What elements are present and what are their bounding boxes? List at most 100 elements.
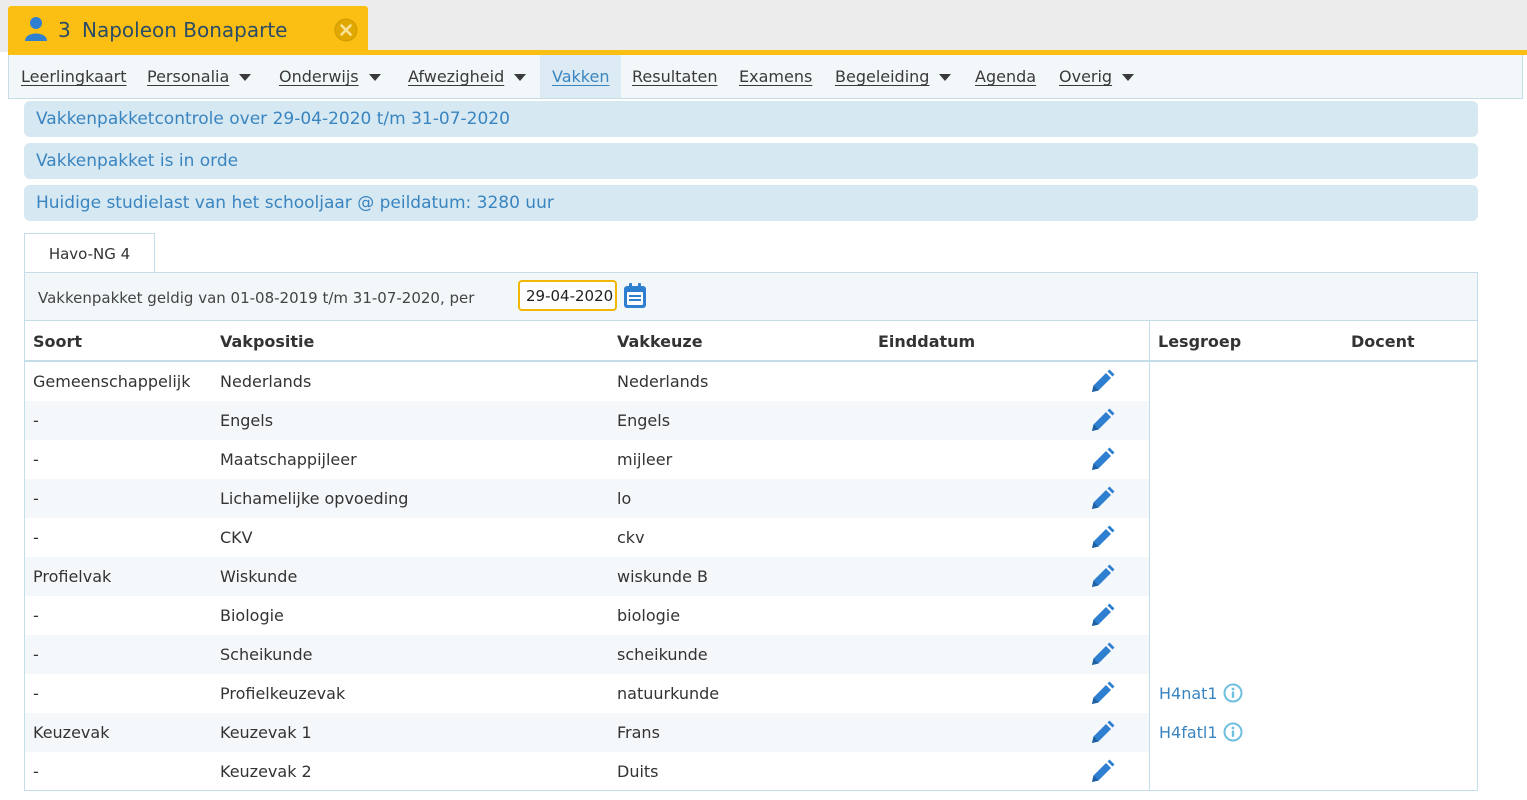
cell-lesgroep[interactable]: H4nat1 xyxy=(1159,684,1218,703)
pencil-icon[interactable] xyxy=(1089,720,1115,750)
menu-personalia[interactable]: Personalia xyxy=(147,55,252,98)
peildatum-input[interactable] xyxy=(518,280,617,311)
cell-vakpositie: Keuzevak 2 xyxy=(220,762,312,781)
cell-vakkeuze: natuurkunde xyxy=(617,684,720,703)
caret-down-icon xyxy=(239,74,252,81)
cell-vakkeuze: Engels xyxy=(617,411,671,430)
student-name: Napoleon Bonaparte xyxy=(82,18,288,42)
cell-vakkeuze: Nederlands xyxy=(617,372,709,391)
pencil-icon[interactable] xyxy=(1089,681,1115,711)
column-divider xyxy=(1149,321,1150,791)
table-row: - Maatschappijleer mijleer xyxy=(25,440,1149,479)
student-tab[interactable]: 3 Napoleon Bonaparte xyxy=(8,6,368,52)
cell-soort: Profielvak xyxy=(33,567,112,586)
pencil-icon[interactable] xyxy=(1089,447,1115,477)
cell-lesgroep[interactable]: H4fatl1 xyxy=(1159,723,1218,742)
cell-soort: - xyxy=(33,645,39,664)
main-menu: Leerlingkaart Personalia Onderwijs Afwez… xyxy=(8,55,1523,99)
menu-agenda[interactable]: Agenda xyxy=(975,55,1036,98)
cell-vakpositie: Nederlands xyxy=(220,372,312,391)
cell-vakpositie: Wiskunde xyxy=(220,567,298,586)
col-vakpositie[interactable]: Vakpositie xyxy=(220,332,314,351)
cell-vakkeuze: mijleer xyxy=(617,450,673,469)
cell-vakpositie: Maatschappijleer xyxy=(220,450,357,469)
caret-down-icon xyxy=(1122,74,1135,81)
table-row: - Biologie biologie xyxy=(25,596,1149,635)
table-row: Profielvak Wiskunde wiskunde B xyxy=(25,557,1149,596)
pencil-icon[interactable] xyxy=(1089,759,1115,789)
menu-afwezigheid[interactable]: Afwezigheid xyxy=(408,55,527,98)
calendar-icon[interactable] xyxy=(623,283,647,309)
pencil-icon[interactable] xyxy=(1089,408,1115,438)
tab-havo-ng-4[interactable]: Havo-NG 4 xyxy=(24,233,155,273)
menu-label: Begeleiding xyxy=(835,67,930,86)
menu-overig[interactable]: Overig xyxy=(1059,55,1135,98)
pencil-icon[interactable] xyxy=(1089,369,1115,399)
pencil-icon[interactable] xyxy=(1089,564,1115,594)
close-circle-icon[interactable] xyxy=(334,18,358,42)
cell-vakpositie: Engels xyxy=(220,411,274,430)
cell-vakkeuze: wiskunde B xyxy=(617,567,708,586)
validity-text: Vakkenpakket geldig van 01-08-2019 t/m 3… xyxy=(38,289,475,307)
col-einddatum[interactable]: Einddatum xyxy=(878,332,975,351)
cell-vakpositie: Profielkeuzevak xyxy=(220,684,346,703)
cell-vakkeuze: scheikunde xyxy=(617,645,708,664)
menu-label: Afwezigheid xyxy=(408,67,505,86)
menu-label: Onderwijs xyxy=(279,67,359,86)
cell-vakpositie: Biologie xyxy=(220,606,284,625)
menu-label: Overig xyxy=(1059,67,1113,86)
menu-vakken[interactable]: Vakken xyxy=(540,55,622,98)
caret-down-icon xyxy=(514,74,527,81)
cell-soort: - xyxy=(33,762,39,781)
table-row: - Keuzevak 2 Duits xyxy=(25,752,1149,791)
cell-vakkeuze: Frans xyxy=(617,723,660,742)
table-header: Soort Vakpositie Vakkeuze Einddatum Lesg… xyxy=(25,321,1477,362)
pencil-icon[interactable] xyxy=(1089,642,1115,672)
menu-begeleiding[interactable]: Begeleiding xyxy=(835,55,952,98)
validity-panel: Vakkenpakket geldig van 01-08-2019 t/m 3… xyxy=(24,272,1478,321)
menu-label: Leerlingkaart xyxy=(21,67,127,86)
menu-label: Personalia xyxy=(147,67,230,86)
cell-soort: Gemeenschappelijk xyxy=(33,372,191,391)
table-row: Keuzevak Keuzevak 1 Frans H4fatl1 xyxy=(25,713,1243,752)
col-docent[interactable]: Docent xyxy=(1351,332,1415,351)
cell-soort: - xyxy=(33,528,39,547)
menu-label: Agenda xyxy=(975,67,1037,86)
subjects-table: Soort Vakpositie Vakkeuze Einddatum Lesg… xyxy=(24,321,1478,791)
table-row: Gemeenschappelijk Nederlands Nederlands xyxy=(25,362,1149,401)
cell-vakkeuze: Duits xyxy=(617,762,659,781)
cell-soort: - xyxy=(33,489,39,508)
pencil-icon[interactable] xyxy=(1089,525,1115,555)
menu-label: Examens xyxy=(739,67,813,86)
package-check-bar: Vakkenpakketcontrole over 29-04-2020 t/m… xyxy=(24,101,1478,137)
cell-vakpositie: CKV xyxy=(220,528,253,547)
menu-examens[interactable]: Examens xyxy=(739,55,812,98)
cell-vakkeuze: lo xyxy=(617,489,632,508)
table-row: - Engels Engels xyxy=(25,401,1149,440)
caret-down-icon xyxy=(368,74,381,81)
cell-soort: - xyxy=(33,450,39,469)
study-load-bar: Huidige studielast van het schooljaar @ … xyxy=(24,185,1478,221)
cell-soort: - xyxy=(33,411,39,430)
col-lesgroep[interactable]: Lesgroep xyxy=(1158,332,1241,351)
cell-vakkeuze: biologie xyxy=(617,606,681,625)
menu-leerlingkaart[interactable]: Leerlingkaart xyxy=(21,55,127,98)
cell-vakpositie: Keuzevak 1 xyxy=(220,723,312,742)
pencil-icon[interactable] xyxy=(1089,486,1115,516)
cell-vakkeuze: ckv xyxy=(617,528,645,547)
user-icon xyxy=(25,17,47,41)
package-status-bar: Vakkenpakket is in orde xyxy=(24,143,1478,179)
col-vakkeuze[interactable]: Vakkeuze xyxy=(617,332,703,351)
table-row: - Profielkeuzevak natuurkunde H4nat1 xyxy=(25,674,1243,713)
menu-onderwijs[interactable]: Onderwijs xyxy=(279,55,381,98)
info-circle-icon[interactable] xyxy=(1223,683,1243,707)
cell-soort: - xyxy=(33,684,39,703)
menu-label: Resultaten xyxy=(632,67,718,86)
col-soort[interactable]: Soort xyxy=(33,332,82,351)
cell-soort: Keuzevak xyxy=(33,723,110,742)
pencil-icon[interactable] xyxy=(1089,603,1115,633)
caret-down-icon xyxy=(939,74,952,81)
cell-soort: - xyxy=(33,606,39,625)
info-circle-icon[interactable] xyxy=(1223,722,1243,746)
menu-resultaten[interactable]: Resultaten xyxy=(632,55,718,98)
